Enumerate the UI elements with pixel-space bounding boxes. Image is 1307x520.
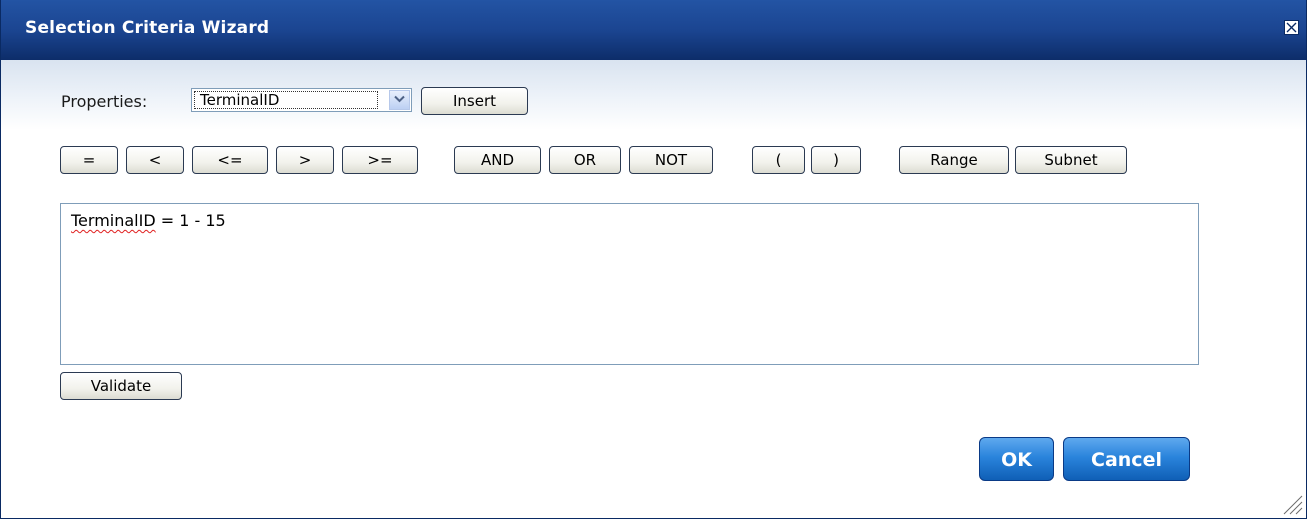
criteria-property: TerminalID [71,211,156,230]
properties-select[interactable]: TerminalID [191,88,412,112]
close-paren-button[interactable]: ) [811,146,861,174]
greater-than-button[interactable]: > [276,146,334,174]
close-icon[interactable] [1284,20,1299,35]
and-button[interactable]: AND [454,146,541,174]
not-button[interactable]: NOT [629,146,713,174]
equals-button[interactable]: = [60,146,118,174]
criteria-textarea[interactable]: TerminalID = 1 - 15 [60,203,1199,365]
greater-equal-button[interactable]: >= [342,146,418,174]
less-than-button[interactable]: < [126,146,184,174]
properties-label: Properties: [61,92,148,111]
resize-grip-icon[interactable] [1280,492,1304,516]
or-button[interactable]: OR [549,146,621,174]
dialog-titlebar[interactable]: Selection Criteria Wizard [1,0,1306,60]
ok-button[interactable]: OK [979,437,1054,481]
criteria-expression: = 1 - 15 [155,211,226,230]
validate-button[interactable]: Validate [60,372,182,400]
range-button[interactable]: Range [899,146,1009,174]
insert-button[interactable]: Insert [421,87,528,115]
open-paren-button[interactable]: ( [752,146,805,174]
selection-criteria-dialog: Selection Criteria Wizard Properties: Te… [0,0,1307,519]
dialog-title: Selection Criteria Wizard [25,18,270,38]
chevron-down-icon[interactable] [389,90,410,110]
cancel-button[interactable]: Cancel [1063,437,1190,481]
less-equal-button[interactable]: <= [192,146,268,174]
properties-select-value: TerminalID [194,91,378,109]
subnet-button[interactable]: Subnet [1015,146,1127,174]
